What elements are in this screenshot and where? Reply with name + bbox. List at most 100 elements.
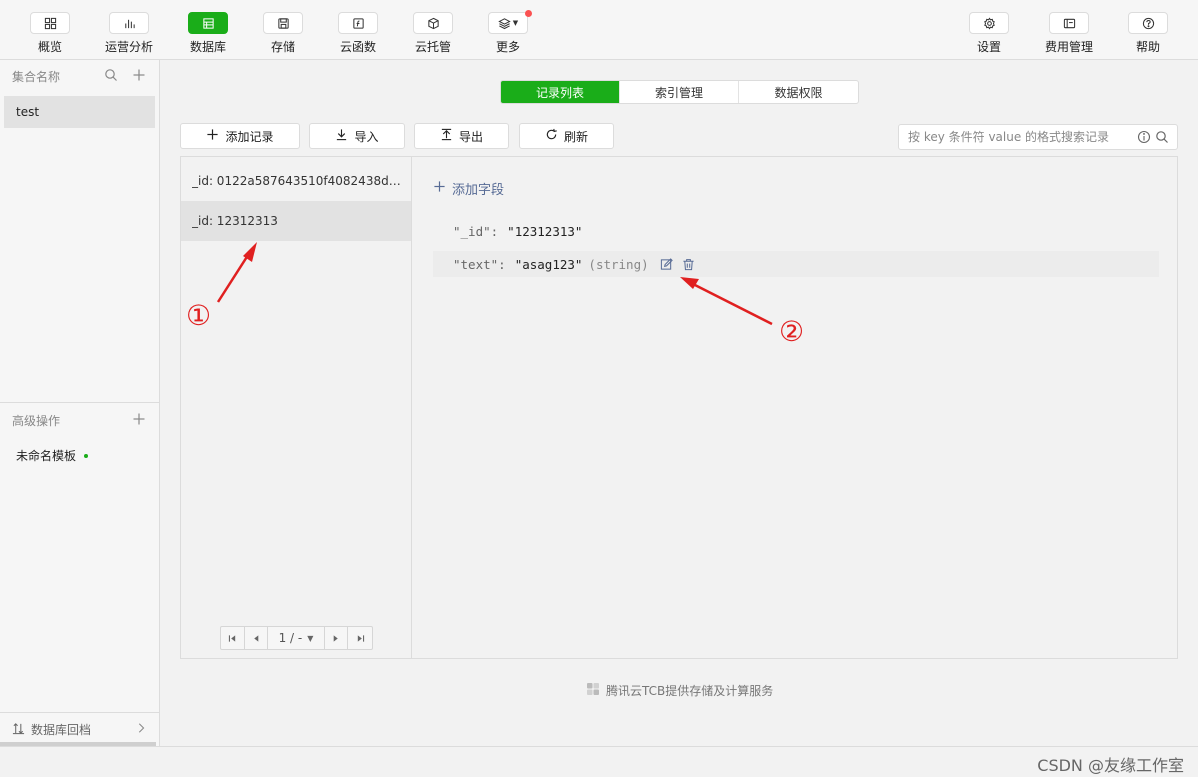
toolbar-label: 云函数: [339, 40, 376, 54]
toolbar-label: 设置: [976, 40, 1001, 54]
toolbar-analytics[interactable]: 运营分析: [99, 12, 159, 56]
sort-icon: [12, 722, 25, 738]
toolbar-hosting[interactable]: 云托管: [403, 12, 463, 56]
cloud-logo-icon: [586, 682, 600, 699]
add-record-label: 添加记录: [225, 129, 274, 144]
field-row[interactable]: "_id": "12312313": [433, 218, 1159, 244]
next-page-icon: [334, 634, 339, 642]
record-detail: 添加字段 "_id": "12312313" "text": "asag123"…: [413, 157, 1177, 658]
import-button[interactable]: 导入: [309, 123, 405, 149]
toolbar-billing[interactable]: 费用管理: [1039, 12, 1099, 56]
watermark: CSDN @友缘工作室: [1037, 756, 1184, 775]
plus-icon: [433, 180, 446, 197]
field-row[interactable]: "text": "asag123" (string): [433, 251, 1159, 277]
add-template-icon[interactable]: [132, 412, 146, 429]
toolbar-help[interactable]: 帮助: [1118, 12, 1178, 56]
edit-icon[interactable]: [660, 257, 673, 271]
trash-icon[interactable]: [682, 258, 695, 271]
info-icon[interactable]: [1137, 130, 1151, 147]
export-button[interactable]: 导出: [414, 123, 509, 149]
top-toolbar: 概览 运营分析 数据库 存储 云函数 云托管 ▼ 更多 设置 费用管理 帮助: [0, 0, 1198, 60]
toolbar-functions[interactable]: 云函数: [328, 12, 388, 56]
add-collection-icon[interactable]: [132, 68, 146, 85]
toolbar-storage[interactable]: 存储: [253, 12, 313, 56]
first-page-button[interactable]: [221, 627, 245, 649]
billing-icon: [1049, 12, 1089, 34]
refresh-button[interactable]: 刷新: [519, 123, 614, 149]
cube-icon: [413, 12, 453, 34]
toolbar-label: 费用管理: [1044, 40, 1093, 54]
add-field-button[interactable]: 添加字段: [433, 179, 504, 198]
footer-note-text: 腾讯云TCB提供存储及计算服务: [606, 684, 774, 698]
toolbar-label: 更多: [495, 40, 520, 54]
status-bar: CSDN @友缘工作室: [0, 746, 1198, 777]
collections-header-label: 集合名称: [12, 69, 61, 84]
tab-permissions[interactable]: 数据权限: [739, 81, 858, 103]
record-id: _id: 0122a587643510f4082438d62f...: [192, 174, 404, 188]
collection-name: test: [16, 105, 40, 119]
field-type: (string): [588, 256, 649, 272]
collection-item-test[interactable]: test: [4, 96, 155, 128]
prev-page-button[interactable]: [245, 627, 269, 649]
notification-dot: [525, 10, 532, 17]
field-key: "text": [453, 256, 499, 272]
function-icon: [338, 12, 378, 34]
plus-icon: [206, 128, 219, 144]
toolbar-label: 数据库: [189, 40, 226, 54]
footer-note: 腾讯云TCB提供存储及计算服务: [586, 682, 773, 699]
next-page-button[interactable]: [325, 627, 349, 649]
field-key: "_id": [453, 223, 491, 239]
toolbar-label: 存储: [270, 40, 295, 54]
toolbar-database[interactable]: 数据库: [178, 12, 238, 56]
last-page-button[interactable]: [348, 627, 372, 649]
database-icon: [188, 12, 228, 34]
template-item[interactable]: 未命名模板: [16, 447, 89, 464]
rollback-label: 数据库回档: [31, 723, 92, 737]
toolbar-more[interactable]: ▼ 更多: [478, 10, 538, 56]
divider: [0, 402, 159, 403]
record-id: _id: 12312313: [192, 214, 278, 228]
advanced-header-label: 高级操作: [12, 413, 61, 428]
add-record-button[interactable]: 添加记录: [180, 123, 300, 149]
annotation-label-2: ②: [779, 315, 805, 348]
page-select[interactable]: 1 / - ▼: [268, 627, 325, 649]
tab-indexes[interactable]: 索引管理: [620, 81, 739, 103]
last-page-icon: [357, 634, 364, 642]
field-value: "asag123": [514, 256, 583, 272]
layers-icon: ▼: [488, 10, 532, 34]
bar-chart-icon: [109, 12, 149, 34]
field-colon: :: [490, 223, 499, 239]
grid-icon: [30, 12, 70, 34]
tab-records[interactable]: 记录列表: [501, 81, 620, 103]
database-rollback[interactable]: 数据库回档: [0, 712, 159, 746]
import-label: 导入: [354, 129, 379, 144]
toolbar-label: 帮助: [1135, 40, 1160, 54]
record-search: [898, 124, 1178, 150]
caret-down-icon: ▼: [307, 633, 314, 643]
records-panel: _id: 0122a587643510f4082438d62f... _id: …: [180, 156, 1178, 659]
pagination: 1 / - ▼: [220, 626, 373, 650]
prev-page-icon: [253, 634, 258, 642]
search-icon[interactable]: [104, 68, 118, 85]
collections-header: 集合名称: [0, 61, 160, 91]
upload-icon: [440, 128, 453, 144]
add-field-label: 添加字段: [452, 183, 505, 198]
download-icon: [335, 128, 348, 144]
main-area: 记录列表 索引管理 数据权限 添加记录 导入 导出 刷新 _id: 0122a5…: [160, 60, 1198, 746]
advanced-header: 高级操作: [0, 405, 160, 435]
toolbar-label: 运营分析: [104, 40, 153, 54]
refresh-label: 刷新: [563, 129, 588, 144]
toolbar-settings[interactable]: 设置: [959, 12, 1019, 56]
field-colon: :: [498, 256, 506, 272]
page-label: 1 / -: [278, 631, 303, 645]
chevron-right-icon: [135, 722, 147, 737]
toolbar-label: 概览: [37, 40, 62, 54]
search-icon[interactable]: [1155, 130, 1169, 147]
record-search-input[interactable]: [899, 125, 1129, 149]
record-item-selected[interactable]: _id: 12312313: [181, 201, 411, 241]
first-page-icon: [228, 634, 236, 642]
status-dot: [84, 453, 89, 458]
refresh-icon: [545, 128, 558, 144]
record-item[interactable]: _id: 0122a587643510f4082438d62f...: [181, 161, 411, 201]
toolbar-overview[interactable]: 概览: [20, 12, 80, 56]
